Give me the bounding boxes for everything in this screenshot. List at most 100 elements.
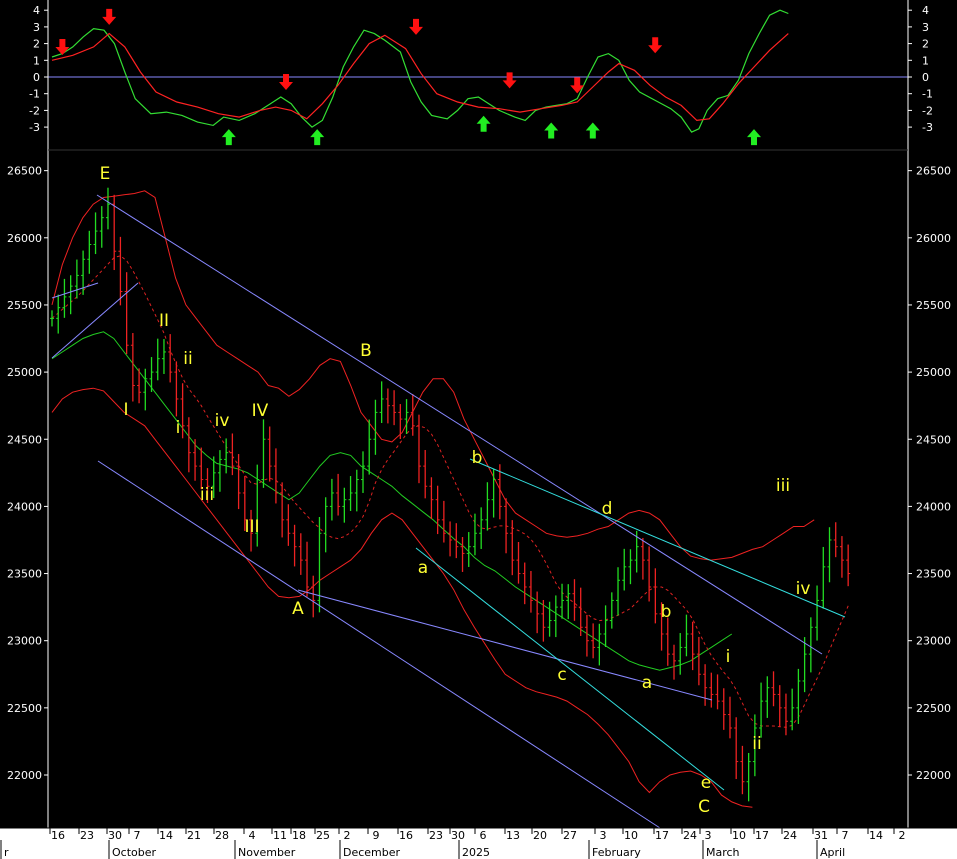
- osc-y-tick-left: 1: [33, 54, 40, 67]
- price-y-tick-right: 23500: [916, 568, 951, 581]
- osc-y-tick-left: 3: [33, 21, 40, 34]
- wave-label: a: [642, 673, 652, 693]
- wave-label: III: [244, 517, 259, 537]
- wave-label: I: [123, 400, 128, 420]
- buy-arrow-icon: [221, 129, 236, 146]
- x-day-tick: 10: [624, 829, 638, 842]
- price-y-tick-right: 22000: [916, 769, 951, 782]
- osc-y-tick-right: -3: [922, 121, 933, 134]
- x-day-tick: 3: [705, 829, 712, 842]
- x-day-tick: 11: [273, 829, 287, 842]
- x-day-tick: 6: [480, 829, 487, 842]
- x-day-tick: 16: [51, 829, 65, 842]
- osc-y-tick-right: 0: [922, 71, 929, 84]
- price-y-tick-right: 26000: [916, 232, 951, 245]
- x-day-tick: 2: [899, 829, 906, 842]
- x-day-tick: 10: [732, 829, 746, 842]
- trendline-1: [97, 460, 661, 829]
- x-day-tick: 18: [292, 829, 306, 842]
- osc-y-tick-right: 1: [922, 54, 929, 67]
- price-y-tick-left: 25000: [7, 366, 42, 379]
- wave-label: b: [472, 448, 483, 468]
- wave-label: iv: [215, 411, 230, 431]
- x-day-tick: 2: [344, 829, 351, 842]
- chart-canvas: EIIIiii iviiiIVIIIABabcdbaiiieCiiiiv 4 43 3…: [0, 0, 957, 859]
- x-day-tick: 30: [108, 829, 122, 842]
- price-y-tick-left: 22500: [7, 702, 42, 715]
- wave-label: a: [418, 558, 428, 578]
- osc-y-tick-right: 2: [922, 38, 929, 51]
- price-y-tick-left: 24000: [7, 500, 42, 513]
- price-y-tick-right: 26500: [916, 165, 951, 178]
- wave-label: i: [176, 418, 181, 438]
- osc-y-tick-right: -1: [922, 88, 933, 101]
- sell-arrow-icon: [648, 37, 663, 54]
- x-day-tick: 25: [316, 829, 330, 842]
- sell-arrow-icon: [102, 8, 117, 25]
- price-y-tick-right: 23000: [916, 635, 951, 648]
- osc-y-tick-left: -2: [29, 104, 40, 117]
- buy-arrow-icon: [544, 122, 559, 139]
- osc-y-tick-left: -3: [29, 121, 40, 134]
- bollinger-lower: [51, 387, 753, 808]
- osc-y-tick-left: 4: [33, 4, 40, 17]
- price-y-tick-right: 24500: [916, 433, 951, 446]
- x-day-tick: 4: [249, 829, 256, 842]
- trendline-3: [51, 282, 99, 299]
- sell-arrow-icon: [279, 74, 293, 91]
- buy-arrow-icon: [476, 115, 491, 132]
- x-month-label: r: [4, 846, 9, 859]
- x-day-tick: 23: [429, 829, 443, 842]
- x-day-tick: 28: [215, 829, 229, 842]
- x-month-label: March: [706, 846, 740, 859]
- x-day-tick: 24: [683, 829, 697, 842]
- wave-label: iii: [200, 485, 214, 505]
- price-y-tick-left: 24500: [7, 433, 42, 446]
- buy-arrow-icon: [310, 129, 325, 146]
- trendline-0: [96, 194, 823, 655]
- wave-label: c: [557, 665, 566, 685]
- sell-arrow-icon: [570, 77, 585, 94]
- wave-label: ii: [752, 734, 761, 754]
- wave-label: b: [661, 602, 672, 622]
- x-month-label: February: [592, 846, 641, 859]
- price-y-tick-right: 25500: [916, 299, 951, 312]
- price-y-tick-left: 25500: [7, 299, 42, 312]
- x-day-tick: 23: [80, 829, 94, 842]
- x-day-tick: 14: [159, 829, 173, 842]
- wave-label: ii: [183, 349, 192, 369]
- x-day-tick: 14: [869, 829, 883, 842]
- x-day-tick: 13: [506, 829, 520, 842]
- wave-label: B: [360, 341, 372, 361]
- x-month-label: April: [820, 846, 845, 859]
- x-day-tick: 31: [814, 829, 828, 842]
- wave-label: II: [159, 311, 169, 331]
- wave-label: E: [100, 164, 111, 184]
- sell-arrow-icon: [502, 72, 517, 89]
- axes: 4 43 32 21 10 0-1 -1-2 -2-3 -326500 2650026000 260…: [0, 0, 957, 859]
- x-day-tick: 17: [655, 829, 669, 842]
- osc-y-tick-left: 2: [33, 38, 40, 51]
- price-panel: EIIIiii iviiiIVIIIABabcdbaiiieCiiiiv: [50, 164, 851, 829]
- price-y-tick-left: 22000: [7, 769, 42, 782]
- x-day-tick: 7: [842, 829, 849, 842]
- osc-y-tick-left: 0: [33, 71, 40, 84]
- x-day-tick: 21: [187, 829, 201, 842]
- x-day-tick: 7: [134, 829, 141, 842]
- oscillator-panel: [48, 8, 908, 146]
- price-y-tick-right: 24000: [916, 500, 951, 513]
- x-day-tick: 17: [755, 829, 769, 842]
- x-day-tick: 24: [783, 829, 797, 842]
- x-month-label: December: [343, 846, 401, 859]
- buy-arrow-icon: [747, 129, 761, 146]
- x-day-tick: 3: [600, 829, 607, 842]
- wave-label: C: [698, 797, 710, 817]
- trendline-6: [415, 547, 725, 791]
- wave-label: A: [292, 599, 304, 619]
- sell-arrow-icon: [409, 18, 423, 35]
- osc-y-tick-left: -1: [29, 88, 40, 101]
- price-y-tick-left: 23500: [7, 568, 42, 581]
- wave-label: IV: [252, 401, 269, 421]
- x-month-label: November: [238, 846, 296, 859]
- price-y-tick-left: 26000: [7, 232, 42, 245]
